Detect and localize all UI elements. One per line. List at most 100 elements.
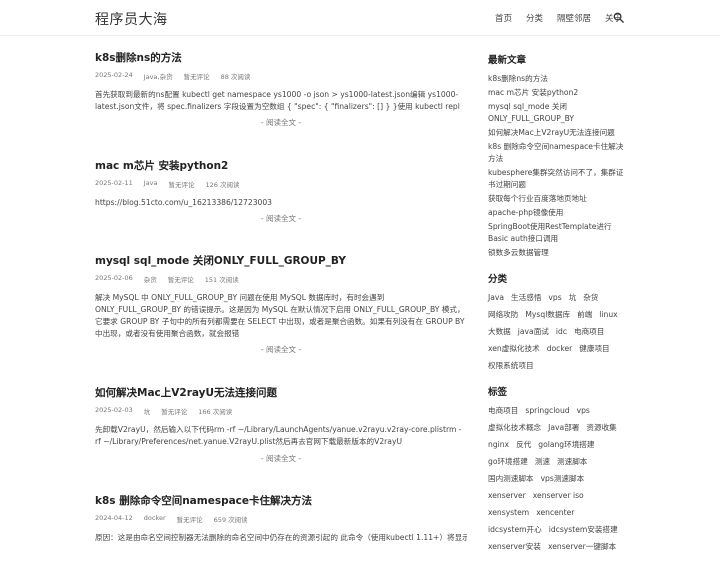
recent-post-link[interactable]: k8s删除ns的方法 [488, 73, 628, 85]
tag-link[interactable]: golang环境搭建 [538, 439, 594, 451]
post-category[interactable]: Java [144, 179, 158, 189]
post-excerpt: 首先获取到最新的ns配置 kubectl get namespace ys100… [95, 90, 460, 111]
post-date: 2025-02-06 [95, 274, 133, 282]
top-bar: 程序员大海 首页 分类 隔壁邻居 关于 [0, 0, 720, 36]
category-link[interactable]: 前端 [577, 309, 592, 321]
tag-list: 电商项目 springcloud vps 虚拟化技术概念 Java部署 资源收集… [488, 405, 628, 553]
post-date: 2025-02-11 [95, 179, 133, 187]
tag-link[interactable]: 资源收集 [586, 422, 616, 434]
tag-link[interactable]: springcloud [525, 405, 569, 417]
tag-link[interactable]: idcsystem开心 [488, 524, 542, 536]
tag-link[interactable]: xenserver一键脚本 [548, 541, 616, 553]
categories-widget: 分类 Java 生活感悟 vps 坑 杂货 网络攻防 Mysql数据库 前端 l… [488, 271, 628, 372]
post-comments[interactable]: 暂无评论 [177, 514, 203, 524]
site-title[interactable]: 程序员大海 [95, 9, 168, 29]
category-link[interactable]: 网络攻防 [488, 309, 518, 321]
post-meta: 2025-02-06 杂货 暂无评论 151 次阅读 [95, 274, 467, 284]
category-link[interactable]: 大数据 [488, 326, 511, 338]
recent-post-link[interactable]: kubesphere集群突然访问不了，集群证书过期问题 [488, 167, 628, 191]
nav-categories[interactable]: 分类 [526, 12, 543, 24]
post-title[interactable]: mysql sql_mode 关闭ONLY_FULL_GROUP_BY [95, 253, 467, 268]
post-title[interactable]: 如何解决Mac上V2rayU无法连接问题 [95, 385, 467, 400]
category-link[interactable]: 权限系统项目 [488, 360, 534, 372]
tag-link[interactable]: 国内测速脚本 [488, 473, 534, 485]
post-views: 659 次阅读 [213, 516, 248, 524]
read-more-link[interactable]: - 阅读全文 - [95, 453, 467, 464]
recent-post-link[interactable]: mysql sql_mode 关闭ONLY_FULL_GROUP_BY [488, 101, 628, 125]
tag-link[interactable]: 反代 [516, 439, 531, 451]
search-icon[interactable] [613, 12, 624, 23]
tag-link[interactable]: 测速 [535, 456, 550, 468]
category-link[interactable]: Mysql数据库 [525, 309, 570, 321]
post-item: k8s 删除命令空间namespace卡住解决方法 2024-04-12 doc… [95, 493, 467, 543]
nav-neighbors[interactable]: 隔壁邻居 [557, 12, 591, 24]
tag-link[interactable]: xencenter [536, 507, 574, 519]
main-nav: 首页 分类 隔壁邻居 关于 [495, 12, 622, 24]
recent-posts-title: 最新文章 [488, 55, 527, 66]
post-views: 88 次阅读 [220, 73, 251, 81]
tag-link[interactable]: Java部署 [548, 422, 579, 434]
category-list: Java 生活感悟 vps 坑 杂货 网络攻防 Mysql数据库 前端 linu… [488, 292, 628, 372]
recent-post-link[interactable]: apache-php镜像使用 [488, 207, 628, 219]
post-category[interactable]: docker [144, 514, 166, 524]
recent-post-link[interactable]: 如何解决Mac上V2rayU无法连接问题 [488, 127, 628, 139]
recent-post-link[interactable]: 获取每个行业百度落地页地址 [488, 193, 628, 205]
category-link[interactable]: vps [548, 292, 561, 304]
category-link[interactable]: 坑 [569, 292, 577, 304]
read-more-link[interactable]: - 阅读全文 - [95, 117, 467, 128]
post-views: 126 次阅读 [205, 181, 240, 189]
post-comments[interactable]: 暂无评论 [168, 274, 194, 284]
post-title[interactable]: k8s 删除命令空间namespace卡住解决方法 [95, 493, 467, 508]
category-link[interactable]: linux [599, 309, 617, 321]
category-link[interactable]: java面试 [518, 326, 549, 338]
tag-link[interactable]: go环境搭建 [488, 456, 528, 468]
category-link[interactable]: docker [547, 343, 573, 355]
recent-post-link[interactable]: 锁数多云数据管理 [488, 247, 628, 259]
tags-widget: 标签 电商项目 springcloud vps 虚拟化技术概念 Java部署 资… [488, 384, 628, 553]
post-category[interactable]: 杂货 [144, 274, 157, 284]
post-date: 2025-02-24 [95, 71, 133, 79]
tag-link[interactable]: xenserver iso [533, 490, 584, 502]
post-comments[interactable]: 暂无评论 [161, 406, 187, 416]
tags-title: 标签 [488, 387, 508, 398]
post-item: k8s删除ns的方法 2025-02-24 Java,杂货 暂无评论 88 次阅… [95, 50, 467, 158]
tag-link[interactable]: vps [577, 405, 590, 417]
recent-post-link[interactable]: SpringBoot使用RestTemplate进行Basic auth接口调用 [488, 221, 628, 245]
category-link[interactable]: 健康项目 [579, 343, 609, 355]
post-meta: 2025-02-24 Java,杂货 暂无评论 88 次阅读 [95, 71, 467, 81]
tag-link[interactable]: xensystem [488, 507, 529, 519]
post-meta: 2025-02-11 Java 暂无评论 126 次阅读 [95, 179, 467, 189]
tag-link[interactable]: 电商项目 [488, 405, 518, 417]
post-views: 166 次阅读 [198, 408, 233, 416]
tag-link[interactable]: idcsystem安装搭建 [549, 524, 618, 536]
post-excerpt: 解决 MySQL 中 ONLY_FULL_GROUP_BY 问题在使用 MySQ… [95, 293, 465, 338]
post-excerpt: https://blog.51cto.com/u_16213386/127230… [95, 198, 273, 207]
category-link[interactable]: 电商项目 [574, 326, 604, 338]
post-comments[interactable]: 暂无评论 [184, 71, 210, 81]
tag-link[interactable]: vps测速脚本 [541, 473, 585, 485]
tag-link[interactable]: 测速脚本 [557, 456, 587, 468]
category-link[interactable]: Java [488, 292, 504, 304]
nav-home[interactable]: 首页 [495, 12, 512, 24]
category-link[interactable]: xen虚拟化技术 [488, 343, 540, 355]
category-link[interactable]: idc [556, 326, 567, 338]
post-category[interactable]: 坑 [144, 406, 151, 416]
category-link[interactable]: 杂货 [583, 292, 598, 304]
read-more-link[interactable]: - 阅读全文 - [95, 213, 467, 224]
category-link[interactable]: 生活感悟 [511, 292, 541, 304]
post-excerpt: 先卸载V2rayU，然后输入以下代码rm -rf ~/Library/Launc… [95, 425, 462, 446]
tag-link[interactable]: xenserver [488, 490, 526, 502]
recent-post-link[interactable]: mac m芯片 安装python2 [488, 87, 628, 99]
tag-link[interactable]: 虚拟化技术概念 [488, 422, 541, 434]
post-item: 如何解决Mac上V2rayU无法连接问题 2025-02-03 坑 暂无评论 1… [95, 385, 467, 493]
post-title[interactable]: k8s删除ns的方法 [95, 50, 467, 65]
read-more-link[interactable]: - 阅读全文 - [95, 344, 467, 355]
post-comments[interactable]: 暂无评论 [169, 179, 195, 189]
recent-post-link[interactable]: k8s 删除命令空间namespace卡住解决方法 [488, 141, 628, 165]
post-title[interactable]: mac m芯片 安装python2 [95, 158, 467, 173]
post-category[interactable]: Java,杂货 [144, 71, 173, 81]
sidebar: 最新文章 k8s删除ns的方法 mac m芯片 安装python2 mysql … [488, 52, 628, 565]
tag-link[interactable]: nginx [488, 439, 509, 451]
tag-link[interactable]: xenserver安装 [488, 541, 541, 553]
recent-posts-widget: 最新文章 k8s删除ns的方法 mac m芯片 安装python2 mysql … [488, 52, 628, 259]
